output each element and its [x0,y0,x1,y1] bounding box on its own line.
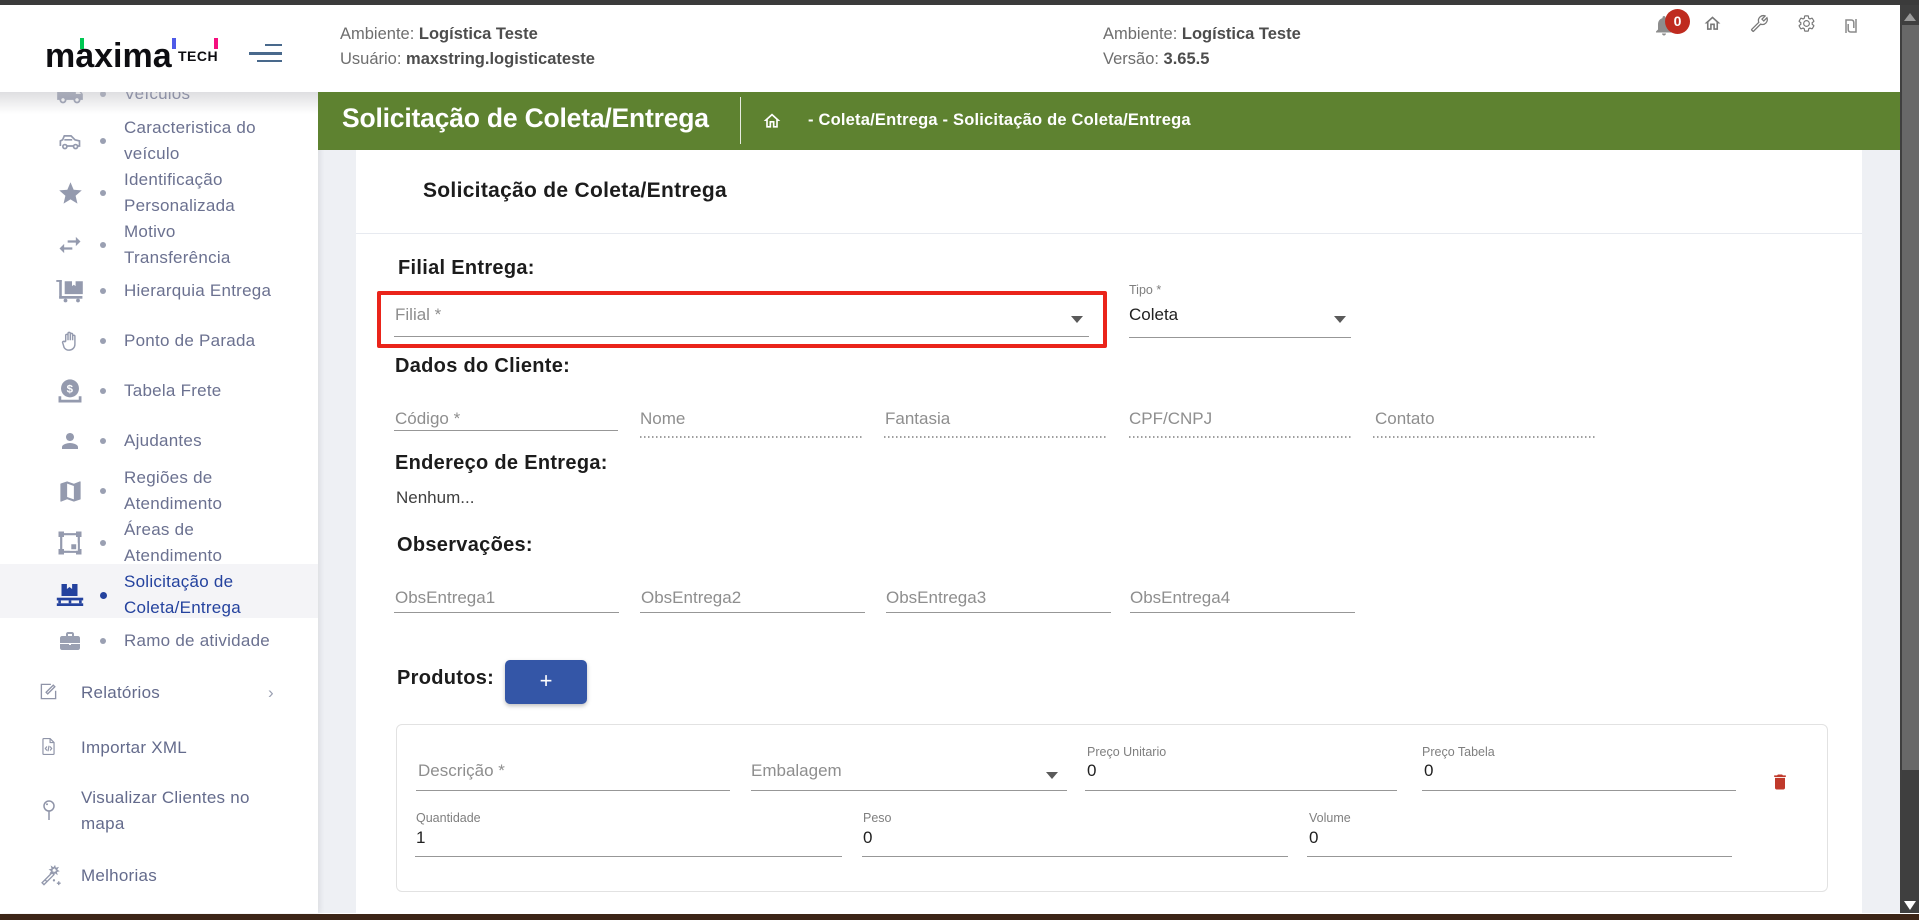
svg-text:$: $ [67,384,74,396]
